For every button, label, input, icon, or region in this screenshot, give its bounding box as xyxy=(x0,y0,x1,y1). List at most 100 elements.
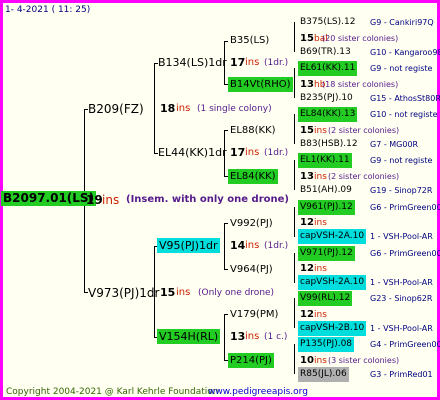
connector xyxy=(294,207,295,237)
gen2-queen[interactable]: V95(PJ)1dr xyxy=(157,238,220,253)
gen4-breeder-info: G10 - Kangaroo98R xyxy=(370,48,440,57)
gen2-queen[interactable]: B134(LS)1dr xyxy=(158,56,227,70)
gen3-queen[interactable]: V179(PM) xyxy=(230,308,278,322)
connector xyxy=(224,223,225,269)
connector xyxy=(224,314,228,315)
connector xyxy=(224,130,228,131)
root-note: (Insem. with only one drone) xyxy=(126,194,289,205)
gen2-gen: 17 xyxy=(230,56,246,69)
connector xyxy=(294,344,295,374)
connector xyxy=(224,314,225,360)
gen4-note: (2 sister colonies) xyxy=(328,126,400,135)
gen4-queen[interactable]: V99(RL).12 xyxy=(298,291,353,306)
gen4-ins: ins xyxy=(314,356,327,366)
gen4-ins: ins xyxy=(314,126,327,136)
gen4-queen[interactable]: V961(PJ).12 xyxy=(298,200,355,215)
gen1-ins: ins xyxy=(176,287,191,298)
gen4-queen[interactable]: B375(LS).12 xyxy=(298,15,357,30)
gen2-note: (1 c.) xyxy=(264,332,288,342)
root-queen[interactable]: B2097.01(LS) xyxy=(1,191,97,206)
gen1-ins: ins xyxy=(176,103,191,114)
gen4-queen[interactable]: P135(PJ).08 xyxy=(298,337,355,352)
connector xyxy=(224,269,228,270)
gen4-breeder-info: G10 - not registe xyxy=(370,110,438,119)
gen4-ins: ins xyxy=(314,172,327,182)
gen3-queen[interactable]: EL88(KK) xyxy=(230,124,276,138)
gen2-ins: ins xyxy=(245,57,260,68)
connector xyxy=(294,22,295,52)
gen4-breeder-info: G15 - AthosSt80R xyxy=(370,94,440,103)
gen4-ins: ins xyxy=(314,264,327,274)
gen2-gen: 13 xyxy=(230,330,246,343)
connector xyxy=(294,160,295,190)
gen4-queen[interactable]: EL1(KK).11 xyxy=(298,153,352,168)
gen4-breeder-info: G23 - Sinop62R xyxy=(370,294,433,303)
gen2-ins: ins xyxy=(245,331,260,342)
gen2-note: (1dr.) xyxy=(264,58,289,68)
gen4-queen[interactable]: B69(TR).13 xyxy=(298,45,353,60)
gen4-queen[interactable]: B235(PJ).10 xyxy=(298,91,355,106)
gen1-gen: 18 xyxy=(160,102,176,115)
gen4-gen: 13 xyxy=(300,171,314,182)
gen4-breeder-info: G9 - Cankiri97Q xyxy=(370,18,434,27)
gen4-queen[interactable]: capVSH-2B.10 xyxy=(298,321,367,336)
gen2-queen[interactable]: V154H(RL) xyxy=(157,329,221,344)
gen3-queen[interactable]: V964(PJ) xyxy=(230,263,273,277)
gen4-gen: 15 xyxy=(300,125,314,136)
root-gen: 19 xyxy=(86,193,103,207)
gen4-note: (2 sister colonies) xyxy=(328,172,400,181)
gen3-queen[interactable]: V992(PJ) xyxy=(230,217,273,231)
gen4-queen[interactable]: V971(PJ).12 xyxy=(298,246,355,261)
gen2-note: (1dr.) xyxy=(264,148,289,158)
gen4-queen[interactable]: EL84(KK).13 xyxy=(298,107,358,122)
gen4-queen[interactable]: B51(AH).09 xyxy=(298,183,354,198)
copyright: Copyright 2004-2021 @ Karl Kehrle Founda… xyxy=(6,387,219,397)
gen4-breeder-info: G4 - PrimGreen00 xyxy=(370,340,440,349)
gen4-breeder-info: G19 - Sinop72R xyxy=(370,186,433,195)
site-link[interactable]: www.pedigreeapis.org xyxy=(208,385,308,399)
gen4-breeder-info: G9 - not registe xyxy=(370,64,433,73)
gen3-queen[interactable]: B35(LS) xyxy=(230,34,269,48)
pedigree-chart: 1- 4-2021 ( 11: 25) Copyright 2004-2021 … xyxy=(0,0,440,400)
gen4-breeder-info: 1 - VSH-Pool-AR xyxy=(370,232,433,241)
connector xyxy=(154,63,155,153)
gen4-ins: ins xyxy=(314,218,327,228)
gen4-gen: 10 xyxy=(300,355,314,366)
gen2-note: (1dr.) xyxy=(264,241,289,251)
gen4-breeder-info: G6 - PrimGreen00 xyxy=(370,203,440,212)
connector xyxy=(294,298,295,328)
gen1-queen[interactable]: V973(PJ)1dr xyxy=(88,286,159,300)
connector xyxy=(294,114,295,144)
gen2-ins: ins xyxy=(245,240,260,251)
gen3-queen[interactable]: EL84(KK) xyxy=(228,169,278,184)
gen2-gen: 14 xyxy=(230,239,246,252)
gen2-gen: 17 xyxy=(230,146,246,159)
gen4-gen: 15 xyxy=(300,33,314,44)
gen4-breeder-info: G9 - not registe xyxy=(370,156,433,165)
gen4-queen[interactable]: R85(JL).06 xyxy=(298,367,349,382)
gen4-queen[interactable]: B83(HSB).12 xyxy=(298,137,360,152)
gen4-breeder-info: G3 - PrimRed01 xyxy=(370,370,433,379)
gen1-gen: 15 xyxy=(160,286,176,299)
gen4-gen: 12 xyxy=(300,263,314,274)
gen4-queen[interactable]: capVSH-2A.10 xyxy=(298,229,367,244)
gen4-queen[interactable]: capVSH-2A.10 xyxy=(298,275,367,290)
gen4-note: (18 sister colonies) xyxy=(322,80,399,89)
gen4-breeder-info: 1 - VSH-Pool-AR xyxy=(370,278,433,287)
gen3-queen[interactable]: P214(PJ) xyxy=(228,353,274,368)
gen4-ins: ins xyxy=(314,310,327,320)
gen4-queen[interactable]: EL61(KK).11 xyxy=(298,61,358,76)
connector xyxy=(224,41,228,42)
gen1-note: (1 single colony) xyxy=(197,104,272,114)
connector xyxy=(224,223,228,224)
gen1-queen[interactable]: B209(FZ) xyxy=(88,102,144,116)
connector xyxy=(294,253,295,283)
gen4-gen: 13 xyxy=(300,79,314,90)
gen2-ins: ins xyxy=(245,147,260,158)
gen4-breeder-info: G6 - PrimGreen00 xyxy=(370,249,440,258)
gen3-queen[interactable]: B14Vt(RHO) xyxy=(228,77,293,92)
gen1-note: (Only one drone) xyxy=(198,288,275,298)
gen4-note: (20 sister colonies) xyxy=(322,34,399,43)
gen4-breeder-info: 1 - VSH-Pool-AR xyxy=(370,324,433,333)
gen2-queen[interactable]: EL44(KK)1dr xyxy=(158,146,227,160)
